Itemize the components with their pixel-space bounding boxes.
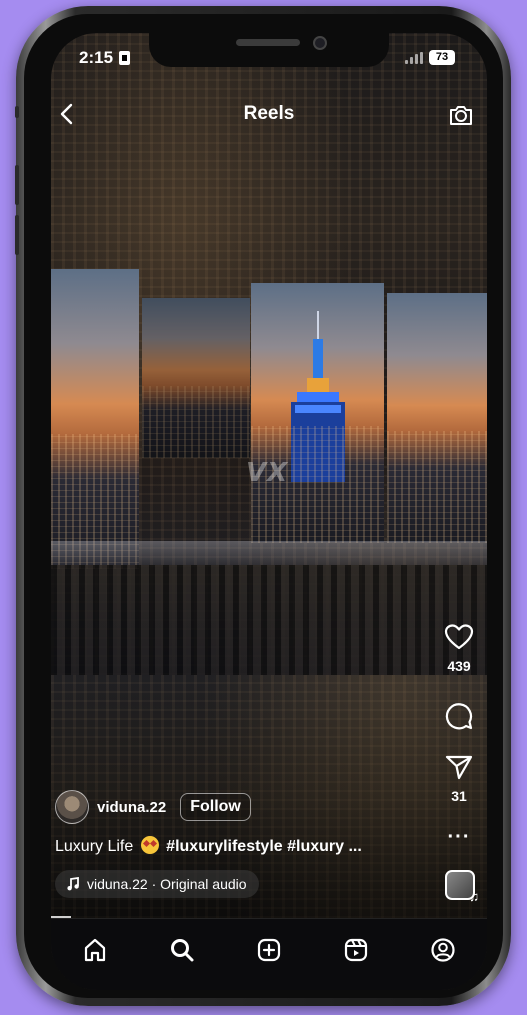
music-note-icon <box>67 877 79 891</box>
video-watermark: VX <box>246 458 289 488</box>
camera-icon[interactable] <box>447 101 475 129</box>
volume-down-button <box>15 215 19 255</box>
earpiece-speaker <box>236 39 300 46</box>
side-button <box>15 106 19 118</box>
time-text: 2:15 <box>79 48 114 67</box>
music-note-icon: ♫ <box>469 889 479 904</box>
reels-icon[interactable] <box>341 935 371 965</box>
status-icons: 73 <box>405 50 455 65</box>
home-icon[interactable] <box>80 935 110 965</box>
send-icon <box>445 755 473 780</box>
search-icon[interactable] <box>167 935 197 965</box>
username[interactable]: viduna.22 <box>97 799 166 816</box>
signal-icon <box>405 51 423 64</box>
heart-icon <box>444 624 474 650</box>
caption-hashtags[interactable]: #luxurylifestyle #luxury ... <box>166 838 362 855</box>
volume-up-button <box>15 165 19 205</box>
like-count: 439 <box>447 658 471 674</box>
star-struck-emoji-icon <box>140 836 159 854</box>
follow-button[interactable]: Follow <box>180 793 251 821</box>
glass-rail <box>51 541 487 565</box>
empire-building-image <box>291 311 345 482</box>
video-panel-left <box>51 269 139 569</box>
page-title: Reels <box>243 103 295 124</box>
avatar[interactable] <box>55 790 89 824</box>
video-panel-mid <box>142 298 250 458</box>
comment-button[interactable] <box>431 701 487 736</box>
caption[interactable]: Luxury Life #luxurylifestyle #luxury ... <box>55 836 362 856</box>
more-options-icon[interactable]: ··· <box>431 826 487 849</box>
profile-icon[interactable] <box>428 935 458 965</box>
status-time: 2:15 <box>79 48 131 68</box>
audio-label: viduna.22 · Original audio <box>87 876 247 892</box>
author-row: viduna.22 Follow <box>55 790 251 824</box>
video-panel-empire <box>251 283 384 543</box>
create-icon[interactable] <box>254 935 284 965</box>
like-button[interactable]: 439 <box>431 623 487 674</box>
sim-icon <box>119 51 131 65</box>
share-button[interactable]: 31 <box>431 753 487 804</box>
bottom-nav <box>51 918 487 990</box>
caption-text: Luxury Life <box>55 838 134 855</box>
audio-thumbnail[interactable]: ♫ <box>445 870 479 904</box>
front-camera <box>313 36 327 50</box>
screen: VX 2:15 73 Reels 439 31 ··· viduna.22 Fo… <box>51 33 487 990</box>
reflection-panel <box>51 565 487 675</box>
comment-icon <box>445 703 473 730</box>
share-count: 31 <box>451 788 467 804</box>
audio-button[interactable]: viduna.22 · Original audio <box>55 870 259 898</box>
video-panel-right <box>387 293 487 543</box>
battery-icon: 73 <box>429 50 455 65</box>
